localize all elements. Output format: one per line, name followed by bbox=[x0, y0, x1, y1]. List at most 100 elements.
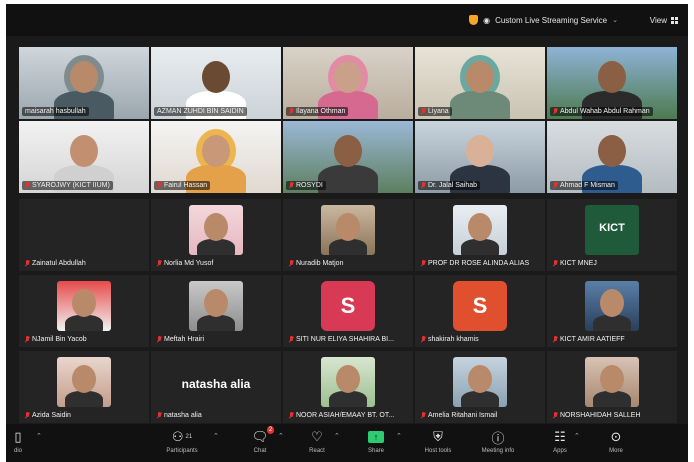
participant-tile[interactable]: Sshakirah khamis bbox=[415, 275, 545, 347]
microphone-muted-icon bbox=[25, 260, 30, 267]
participant-name: NJamil Bin Yacob bbox=[32, 336, 87, 343]
video-grid: maisarah hasbullah AZMAN ZUHDI BIN SAIDIN… bbox=[19, 47, 677, 423]
share-options-caret[interactable]: ⌃ bbox=[396, 432, 402, 440]
participant-nametag: SITI NUR ELIYA SHAHIRA BI... bbox=[286, 335, 397, 344]
participant-tile[interactable]: maisarah hasbullah bbox=[19, 47, 149, 119]
participant-nametag: KICT MNEJ bbox=[550, 259, 600, 268]
apps-options-caret[interactable]: ⌃ bbox=[574, 432, 580, 440]
participant-tile[interactable]: Dr. Jalal Saihab bbox=[415, 121, 545, 193]
participant-tile[interactable]: KICT KICT MNEJ bbox=[547, 199, 677, 271]
participant-tile[interactable]: natasha alia natasha alia bbox=[151, 351, 281, 423]
participant-tile[interactable]: Ahmad F Misman bbox=[547, 121, 677, 193]
profile-picture bbox=[321, 205, 375, 255]
share-label: Share bbox=[367, 448, 384, 454]
participant-name: natasha alia bbox=[164, 412, 202, 419]
microphone-muted-icon bbox=[421, 182, 426, 189]
participant-tile[interactable]: NORSHAHIDAH SALLEH bbox=[547, 351, 677, 423]
shield-icon bbox=[469, 15, 479, 25]
top-bar: ◉ Custom Live Streaming Service ⌄ View bbox=[6, 4, 688, 36]
participant-tile[interactable]: Fairul Hassan bbox=[151, 121, 281, 193]
participant-tile[interactable]: Amelia Ritahani Ismail bbox=[415, 351, 545, 423]
microphone-muted-icon bbox=[289, 260, 294, 267]
profile-picture bbox=[57, 357, 111, 407]
audio-options-caret[interactable]: ⌃ bbox=[36, 432, 42, 440]
participant-tile[interactable]: Nuradib Matjon bbox=[283, 199, 413, 271]
participant-tile[interactable]: Norlia Md Yusof bbox=[151, 199, 281, 271]
microphone-muted-icon bbox=[157, 182, 162, 189]
participant-tile[interactable]: Liyana bbox=[415, 47, 545, 119]
microphone-muted-icon bbox=[157, 412, 162, 419]
participant-tile[interactable]: PROF DR ROSE ALINDA ALIAS bbox=[415, 199, 545, 271]
participant-tile[interactable]: S SITI NUR ELIYA SHAHIRA BI... bbox=[283, 275, 413, 347]
microphone-muted-icon bbox=[421, 108, 426, 115]
participants-count: 21 bbox=[185, 434, 193, 440]
participant-name: KICT AMIR AATIEFF bbox=[560, 336, 625, 343]
profile-picture bbox=[321, 357, 375, 407]
grid-view-icon bbox=[671, 16, 678, 24]
live-streaming-indicator[interactable]: ◉ Custom Live Streaming Service ⌄ bbox=[469, 12, 618, 28]
microphone-muted-icon bbox=[553, 260, 558, 267]
participant-name: NORSHAHIDAH SALLEH bbox=[560, 412, 641, 419]
participant-name: shakirah khamis bbox=[428, 336, 479, 343]
participant-tile[interactable]: Azida Saidin bbox=[19, 351, 149, 423]
participant-nametag: Zainatul Abdullah bbox=[22, 259, 89, 268]
share-button[interactable]: ↑ Share bbox=[350, 428, 402, 460]
chat-icon: 🗨 2 bbox=[251, 426, 275, 444]
view-button[interactable]: View bbox=[650, 12, 678, 28]
participants-button[interactable]: ⚇ 21 Participants bbox=[156, 428, 208, 460]
participant-nametag: Norlia Md Yusof bbox=[154, 259, 216, 268]
host-tools-button[interactable]: ⛨ Host tools bbox=[412, 428, 464, 460]
microphone-muted-icon bbox=[25, 412, 30, 419]
name-avatar: natasha alia bbox=[181, 377, 251, 391]
microphone-muted-icon bbox=[553, 336, 558, 343]
chevron-down-icon: ⌄ bbox=[612, 17, 618, 24]
stream-label: Custom Live Streaming Service bbox=[495, 15, 608, 25]
more-button[interactable]: ⊙ More bbox=[590, 428, 642, 460]
participant-nametag: NJamil Bin Yacob bbox=[22, 335, 90, 344]
react-options-caret[interactable]: ⌃ bbox=[334, 432, 340, 440]
participant-tile[interactable]: KICT AMIR AATIEFF bbox=[547, 275, 677, 347]
letter-avatar: S bbox=[453, 281, 507, 331]
participant-nametag: PROF DR ROSE ALINDA ALIAS bbox=[418, 259, 532, 268]
participant-nametag: Meftah Hrairi bbox=[154, 335, 207, 344]
participant-tile[interactable]: SYAROJWY (KICT IIUM) bbox=[19, 121, 149, 193]
zoom-meeting-window: ◉ Custom Live Streaming Service ⌄ View m… bbox=[6, 4, 688, 462]
participant-tile[interactable]: Ilayana Othman bbox=[283, 47, 413, 119]
apps-label: Apps bbox=[553, 448, 567, 454]
react-label: React bbox=[309, 448, 325, 454]
microphone-muted-icon bbox=[421, 260, 426, 267]
microphone-muted-icon bbox=[157, 260, 162, 267]
participant-name: Ilayana Othman bbox=[296, 108, 346, 115]
participant-nametag: AZMAN ZUHDI BIN SAIDIN bbox=[154, 107, 247, 116]
participant-nametag: maisarah hasbullah bbox=[22, 107, 89, 116]
participant-name: Dr. Jalal Saihab bbox=[428, 182, 478, 189]
participant-name: SITI NUR ELIYA SHAHIRA BI... bbox=[296, 336, 394, 343]
participant-name: Liyana bbox=[428, 108, 449, 115]
microphone-muted-icon bbox=[157, 336, 162, 343]
meeting-info-button[interactable]: ⓘ Meeting info bbox=[472, 428, 524, 460]
participant-tile[interactable]: Meftah Hrairi bbox=[151, 275, 281, 347]
meeting-info-label: Meeting info bbox=[481, 448, 515, 454]
participant-name: Ahmad F Misman bbox=[560, 182, 615, 189]
chat-options-caret[interactable]: ⌃ bbox=[278, 432, 284, 440]
participant-name: Fairul Hassan bbox=[164, 182, 208, 189]
participant-tile[interactable]: ROSYDI bbox=[283, 121, 413, 193]
participant-nametag: NORSHAHIDAH SALLEH bbox=[550, 411, 644, 420]
participant-tile[interactable]: NJamil Bin Yacob bbox=[19, 275, 149, 347]
microphone-muted-icon bbox=[289, 412, 294, 419]
apps-icon: ☷ bbox=[554, 429, 566, 444]
microphone-muted-icon bbox=[25, 336, 30, 343]
participants-options-caret[interactable]: ⌃ bbox=[213, 432, 219, 440]
chat-label: Chat bbox=[253, 448, 267, 454]
shield-icon: ⛨ bbox=[433, 429, 443, 444]
participant-name: AZMAN ZUHDI BIN SAIDIN bbox=[157, 108, 244, 115]
chat-badge: 2 bbox=[266, 426, 275, 434]
participant-nametag: Dr. Jalal Saihab bbox=[418, 181, 481, 190]
participant-tile[interactable]: Abdul Wahab Abdul Rahman bbox=[547, 47, 677, 119]
participant-tile[interactable]: Zainatul Abdullah bbox=[19, 199, 149, 271]
participant-tile[interactable]: NOOR ASIAH/EMAAY BT. OT... bbox=[283, 351, 413, 423]
profile-picture bbox=[585, 281, 639, 331]
participant-name: Norlia Md Yusof bbox=[164, 260, 214, 267]
participant-tile[interactable]: AZMAN ZUHDI BIN SAIDIN bbox=[151, 47, 281, 119]
microphone-muted-icon bbox=[289, 336, 294, 343]
